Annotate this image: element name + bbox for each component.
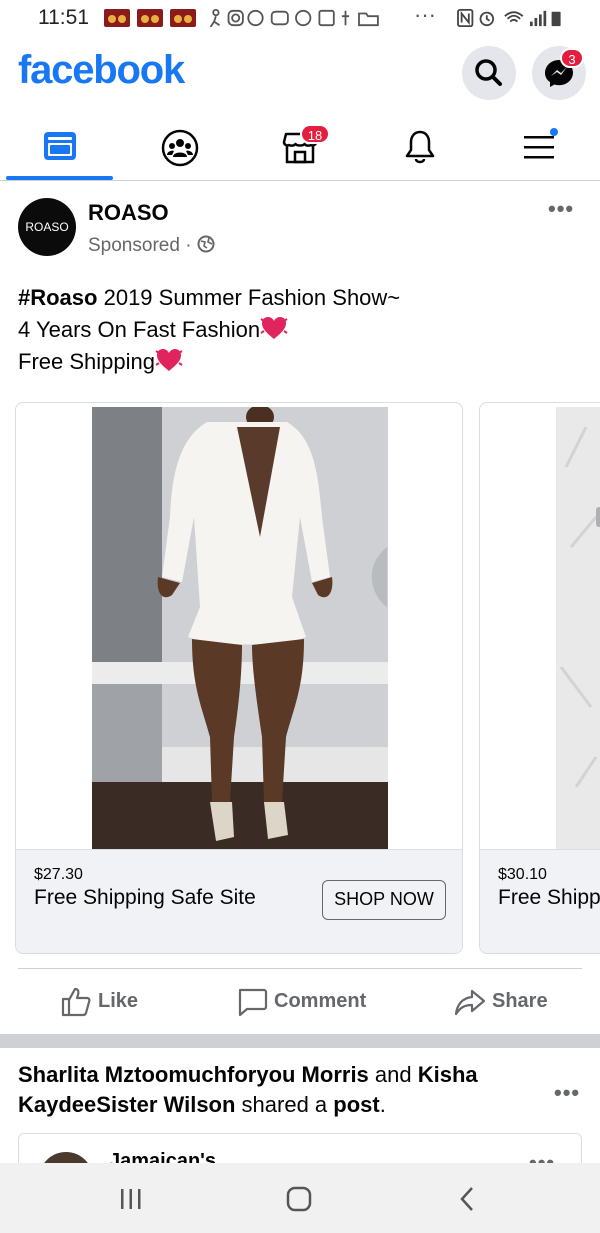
facebook-logo[interactable]: facebook: [18, 48, 185, 93]
bell-icon: [405, 130, 435, 164]
post-link[interactable]: post: [333, 1092, 379, 1117]
product-title: Free Shipping Safe Site: [498, 886, 600, 909]
user-name-link[interactable]: Sharlita Mztoomuchforyou Morris: [18, 1062, 369, 1087]
product-photo: [556, 407, 600, 849]
post-options-button[interactable]: •••: [554, 1080, 580, 1106]
beating-heart-emoji-icon: [155, 349, 183, 371]
like-label: Like: [98, 990, 139, 1012]
product-price: $30.10: [498, 866, 547, 883]
product-title: Free Shipping Safe Site: [34, 886, 256, 909]
marketplace-badge: 18: [300, 124, 330, 144]
android-navigation-bar: [0, 1163, 600, 1233]
search-button[interactable]: [462, 46, 516, 100]
sponsored-text: Sponsored: [88, 235, 180, 256]
post-text-line3: Free Shipping: [18, 346, 400, 378]
post-text-line1: #Roaso 2019 Summer Fashion Show~: [18, 285, 401, 310]
carousel-card[interactable]: $30.10 Free Shipping Safe Site: [479, 402, 600, 954]
comment-label: Comment: [274, 990, 367, 1012]
page-name[interactable]: ROASO: [88, 200, 169, 226]
status-bar: 11:51 ···: [0, 0, 600, 38]
messenger-button[interactable]: 3: [532, 46, 586, 100]
page-avatar[interactable]: ROASO: [18, 198, 76, 256]
carousel-card[interactable]: $27.30 Free Shipping Safe Site SHOP NOW: [15, 402, 463, 954]
sponsored-label[interactable]: Sponsored ·: [88, 235, 215, 257]
shop-now-button[interactable]: SHOP NOW: [322, 880, 446, 920]
tab-notifications[interactable]: [360, 112, 480, 180]
post-text-line2: 4 Years On Fast Fashion: [18, 314, 400, 346]
card-footer: $30.10 Free Shipping Safe Site: [480, 849, 600, 953]
nav-divider: [0, 180, 600, 181]
feed-separator: [0, 1034, 600, 1048]
status-time: 11:51: [38, 6, 89, 29]
search-icon: [475, 59, 502, 86]
thumbs-up-icon: [61, 987, 91, 1017]
product-photo: [92, 407, 388, 849]
actions-divider: [18, 968, 582, 969]
notification-icons: [104, 9, 196, 27]
tab-home[interactable]: [0, 112, 120, 180]
groups-icon: [161, 129, 199, 167]
globe-icon: [197, 235, 215, 253]
post-body: #Roaso 2019 Summer Fashion Show~ 4 Years…: [18, 282, 400, 378]
news-feed-icon: [44, 132, 76, 160]
hamburger-menu-icon: [524, 128, 558, 159]
system-status-icons: [457, 9, 561, 27]
share-icon: [454, 989, 486, 1016]
messenger-badge: 3: [560, 48, 584, 68]
tab-menu[interactable]: [480, 112, 600, 180]
tab-groups[interactable]: [120, 112, 240, 180]
back-icon[interactable]: [456, 1186, 478, 1212]
post-options-button[interactable]: •••: [548, 196, 574, 222]
app-status-icons: [209, 9, 379, 27]
card-footer: $27.30 Free Shipping Safe Site SHOP NOW: [16, 849, 462, 953]
comment-icon: [238, 988, 268, 1017]
shared-post-header: Sharlita Mztoomuchforyou Morris and Kish…: [18, 1062, 478, 1117]
tab-marketplace[interactable]: 18: [240, 112, 360, 180]
more-notifications-icon: ···: [414, 2, 436, 27]
hashtag-link[interactable]: #Roaso: [18, 285, 97, 310]
product-price: $27.30: [34, 866, 83, 883]
home-icon[interactable]: [286, 1186, 312, 1212]
recent-apps-icon[interactable]: [118, 1187, 144, 1211]
share-label: Share: [492, 990, 548, 1012]
beating-heart-emoji-icon: [260, 317, 288, 339]
